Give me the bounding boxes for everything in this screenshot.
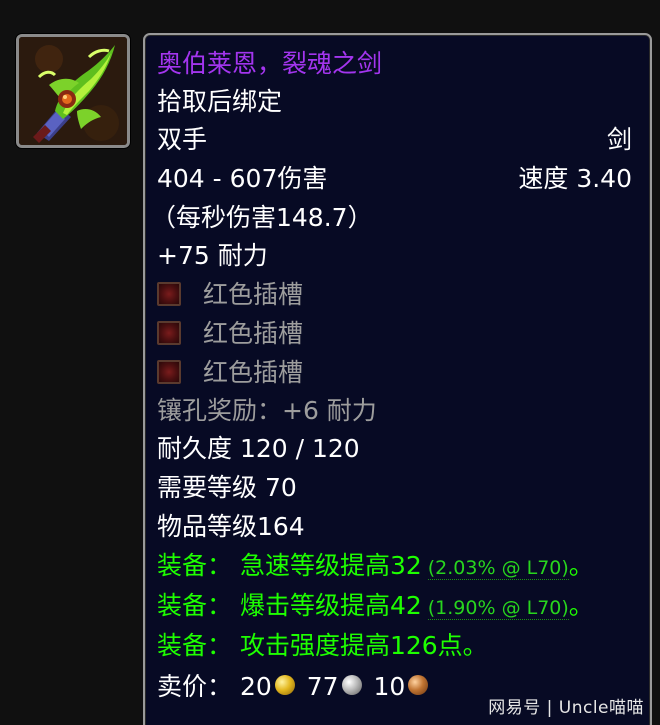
- equip-effect-suffix: 。: [568, 591, 594, 620]
- rating-detail[interactable]: (1.90% @ L70): [427, 597, 569, 620]
- socket-bonus: 镶孔奖励：+6 耐力: [157, 396, 377, 425]
- stamina-stat: +75 耐力: [157, 241, 268, 270]
- red-socket-icon: [157, 360, 181, 384]
- equip-effect: 装备： 急速等级提高32 (2.03% @ L70)。: [157, 547, 632, 585]
- red-socket-icon: [157, 282, 181, 306]
- bind-type: 拾取后绑定: [157, 87, 283, 116]
- item-name: 奥伯莱恩，裂魂之剑: [157, 49, 383, 78]
- socket-row: 红色插槽: [157, 315, 632, 353]
- rating-detail[interactable]: (2.03% @ L70): [427, 557, 569, 580]
- sell-price-label: 卖价：: [157, 672, 233, 701]
- equip-effect: 装备： 攻击强度提高126点。: [157, 627, 632, 665]
- copper-coin-icon: [408, 675, 429, 695]
- damage-row: 404 - 607伤害 速度 3.40: [157, 160, 632, 198]
- gold-coin-icon: [274, 675, 295, 695]
- copper-amount: 10: [373, 672, 406, 701]
- required-level: 需要等级 70: [157, 473, 297, 502]
- socket-row: 红色插槽: [157, 354, 632, 392]
- silver-amount: 77: [306, 672, 339, 701]
- item-tooltip: 奥伯莱恩，裂魂之剑 拾取后绑定 双手 剑 404 - 607伤害 速度 3.40…: [143, 33, 652, 725]
- durability: 耐久度 120 / 120: [157, 434, 360, 463]
- dps-line: （每秒伤害148.7）: [151, 203, 373, 232]
- silver-coin-icon: [341, 675, 362, 695]
- socket-label: 红色插槽: [203, 280, 304, 309]
- equip-effect: 装备： 爆击等级提高42 (1.90% @ L70)。: [157, 587, 632, 625]
- socket-label: 红色插槽: [203, 319, 304, 348]
- red-socket-icon: [157, 321, 181, 345]
- equip-effect-text: 装备： 急速等级提高32: [157, 551, 422, 580]
- equip-effect-text: 装备： 爆击等级提高42: [157, 591, 422, 620]
- item-icon[interactable]: [16, 34, 130, 148]
- slot-label: 双手: [157, 125, 208, 154]
- weapon-type: 剑: [606, 125, 632, 154]
- weapon-speed: 速度 3.40: [518, 164, 632, 193]
- item-level: 物品等级164: [157, 512, 305, 541]
- equip-effect-text: 装备： 攻击强度提高126点。: [157, 631, 488, 660]
- equip-effect-suffix: 。: [568, 551, 594, 580]
- socket-label: 红色插槽: [203, 358, 304, 387]
- watermark: 网易号 | Uncle喵喵: [488, 698, 644, 718]
- green-crystal-sword-icon: [19, 37, 127, 145]
- socket-row: 红色插槽: [157, 276, 632, 314]
- gold-amount: 20: [239, 672, 272, 701]
- screen: 奥伯莱恩，裂魂之剑 拾取后绑定 双手 剑 404 - 607伤害 速度 3.40…: [0, 0, 660, 725]
- slot-row: 双手 剑: [157, 121, 632, 159]
- damage-range: 404 - 607伤害: [157, 164, 328, 193]
